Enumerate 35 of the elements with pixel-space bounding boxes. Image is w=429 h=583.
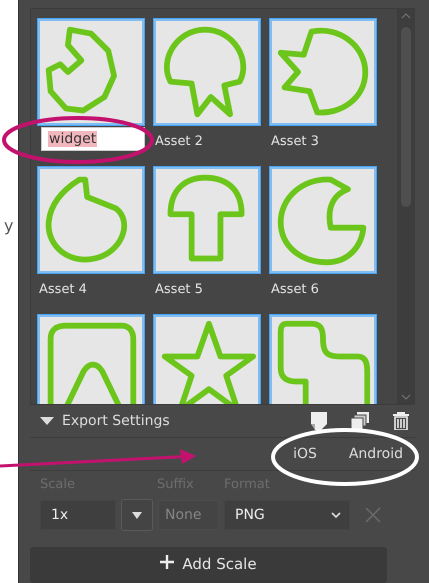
asset-thumbnail[interactable] <box>37 18 145 126</box>
disclosure-triangle-icon[interactable] <box>40 416 54 426</box>
add-scale-button[interactable]: Add Scale <box>30 547 387 583</box>
asset-name: Asset 3 <box>271 134 319 148</box>
asset-thumbnail[interactable] <box>269 18 377 126</box>
scale-dropdown-button[interactable] <box>121 499 153 531</box>
scrollbar[interactable] <box>397 9 414 404</box>
plus-icon <box>160 555 174 569</box>
name-input-field[interactable]: widget <box>41 127 145 151</box>
scroll-up-icon[interactable] <box>400 13 410 19</box>
format-select[interactable]: PNG <box>224 500 350 530</box>
preset-link[interactable]: Android <box>348 446 403 462</box>
asset-thumbnail[interactable] <box>37 166 145 274</box>
asset-thumbnail[interactable] <box>153 314 261 404</box>
asset-thumbnail[interactable] <box>153 18 261 126</box>
asset-name: Asset 2 <box>155 134 203 148</box>
asset-thumbnail[interactable] <box>269 314 377 404</box>
asset-thumbnail[interactable] <box>37 314 145 404</box>
cut-off-text: y <box>4 216 14 235</box>
chevron-down-icon <box>331 512 341 518</box>
asset-name: Asset 6 <box>271 282 319 296</box>
asset-name: Asset 4 <box>39 282 87 296</box>
preset-link[interactable]: iOS <box>293 446 317 462</box>
scale-field[interactable]: 1x <box>40 500 116 530</box>
copy-icon[interactable] <box>351 412 369 430</box>
caret-icon <box>132 512 142 518</box>
section-title: Export Settings <box>62 413 170 429</box>
export-icon[interactable] <box>311 412 327 430</box>
scroll-down-icon[interactable] <box>400 394 410 400</box>
asset-thumbnail[interactable] <box>153 166 261 274</box>
asset-name: Asset 5 <box>155 282 203 296</box>
suffix-field[interactable]: None <box>158 500 219 530</box>
remove-icon[interactable] <box>365 507 381 523</box>
trash-icon[interactable] <box>393 412 409 430</box>
asset-thumbnail[interactable] <box>269 166 377 274</box>
